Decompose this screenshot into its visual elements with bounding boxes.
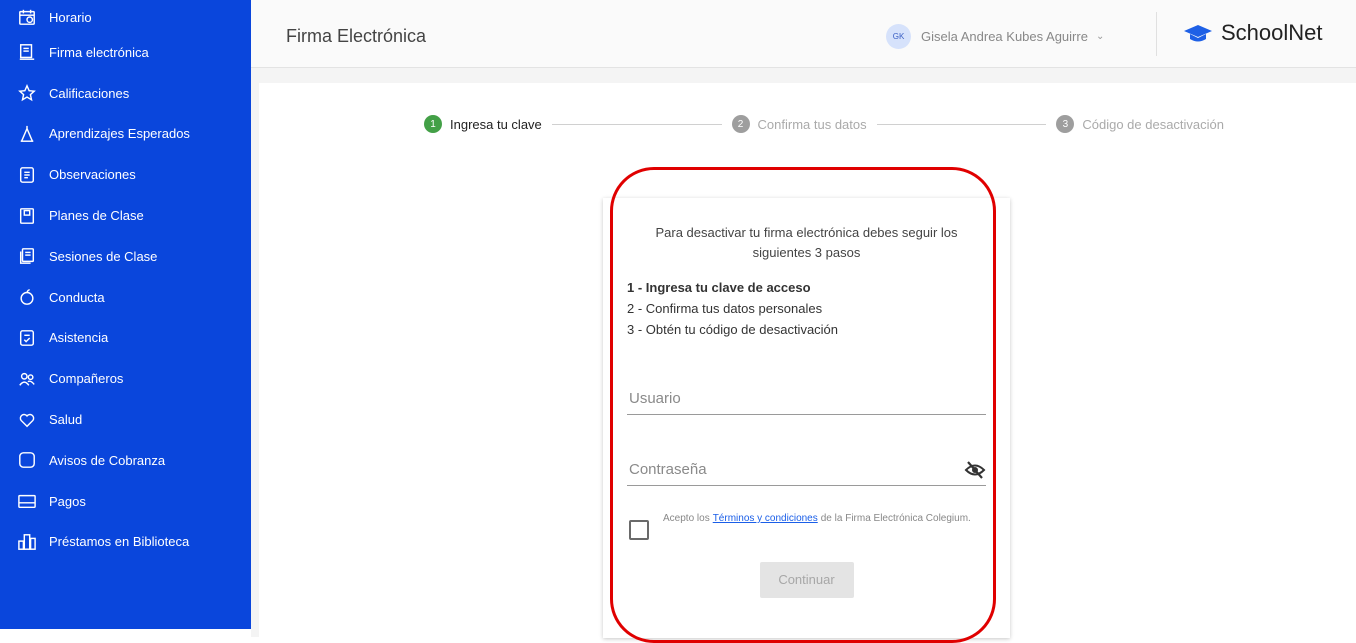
terms-text: Acepto los Términos y condiciones de la Fi… bbox=[663, 510, 971, 528]
attendance-icon bbox=[17, 328, 37, 348]
eye-off-icon[interactable] bbox=[964, 460, 986, 480]
sidebar-item-aprendizajes[interactable]: Aprendizajes Esperados bbox=[0, 114, 251, 155]
signature-icon bbox=[17, 42, 37, 62]
calendar-icon bbox=[17, 7, 37, 27]
sidebar-item-label: Compañeros bbox=[49, 371, 124, 387]
note-icon bbox=[17, 165, 37, 185]
sidebar-item-label: Horario bbox=[49, 9, 92, 25]
password-input[interactable] bbox=[627, 460, 951, 479]
heart-icon bbox=[17, 410, 37, 430]
chevron-down-icon: ⌄ bbox=[1095, 31, 1105, 42]
sidebar-item-label: Salud bbox=[49, 412, 83, 428]
sidebar-item-label: Aprendizajes Esperados bbox=[49, 126, 190, 142]
sidebar-item-salud[interactable]: Salud bbox=[0, 399, 251, 440]
sidebar-item-firma[interactable]: Firma electrónica bbox=[0, 32, 251, 73]
password-field bbox=[627, 439, 986, 486]
terms-suffix: de la Firma Electrónica Colegium. bbox=[820, 513, 971, 524]
step-number: 3 bbox=[1056, 115, 1075, 133]
step-number: 2 bbox=[731, 115, 750, 133]
sidebar-item-companeros[interactable]: Compañeros bbox=[0, 358, 251, 399]
stepper: 1 Ingresa tu clave 2 Confirma tus datos … bbox=[424, 113, 1224, 135]
sidebar-item-pagos[interactable]: Pagos bbox=[0, 481, 251, 522]
sidebar: Horario Firma electrónica Calificaciones… bbox=[0, 0, 251, 629]
sidebar-item-label: Observaciones bbox=[49, 167, 136, 183]
sidebar-item-label: Avisos de Cobranza bbox=[49, 452, 166, 468]
step-label: Código de desactivación bbox=[1082, 116, 1225, 132]
sidebar-item-label: Pagos bbox=[49, 493, 86, 509]
instruction-step-2: 2 - Confirma tus datos personales bbox=[627, 301, 823, 316]
people-icon bbox=[17, 369, 37, 389]
sidebar-item-observaciones[interactable]: Observaciones bbox=[0, 154, 251, 195]
sidebar-item-label: Planes de Clase bbox=[49, 208, 144, 224]
sidebar-item-avisos[interactable]: Avisos de Cobranza bbox=[0, 440, 251, 481]
step-2: 2 Confirma tus datos bbox=[731, 115, 867, 133]
compass-icon bbox=[17, 124, 37, 144]
instruction-step-3: 3 - Obtén tu código de desactivación bbox=[627, 322, 839, 337]
sidebar-item-sesiones[interactable]: Sesiones de Clase bbox=[0, 236, 251, 277]
sidebar-item-label: Préstamos en Biblioteca bbox=[49, 534, 190, 550]
step-label: Confirma tus datos bbox=[757, 116, 867, 132]
star-icon bbox=[17, 83, 37, 103]
deactivation-card: Para desactivar tu firma electrónica deb… bbox=[603, 198, 1010, 638]
sidebar-item-label: Calificaciones bbox=[49, 85, 130, 101]
user-name: Gisela Andrea Kubes Aguirre bbox=[921, 29, 1088, 44]
square-icon bbox=[17, 450, 37, 470]
top-header: Firma Electrónica GK Gisela Andrea Kubes… bbox=[251, 0, 1356, 68]
user-menu[interactable]: GK Gisela Andrea Kubes Aguirre ⌄ bbox=[886, 24, 1104, 49]
plan-icon bbox=[17, 206, 37, 226]
instruction-step-1: 1 - Ingresa tu clave de acceso bbox=[627, 280, 811, 295]
step-label: Ingresa tu clave bbox=[450, 116, 542, 132]
sidebar-item-asistencia[interactable]: Asistencia bbox=[0, 318, 251, 359]
sidebar-item-conducta[interactable]: Conducta bbox=[0, 277, 251, 318]
sidebar-item-horario[interactable]: Horario bbox=[0, 2, 251, 32]
header-divider bbox=[1156, 12, 1157, 56]
terms-link[interactable]: Términos y condiciones bbox=[710, 513, 821, 524]
terms-prefix: Acepto los bbox=[663, 513, 710, 524]
brand-logo: SchoolNet bbox=[1183, 20, 1323, 46]
step-3: 3 Código de desactivación bbox=[1056, 115, 1224, 133]
sidebar-item-planes[interactable]: Planes de Clase bbox=[0, 195, 251, 236]
sidebar-item-label: Asistencia bbox=[49, 330, 109, 346]
continue-button[interactable]: Continuar bbox=[759, 562, 854, 598]
step-connector bbox=[551, 123, 722, 125]
step-number: 1 bbox=[424, 115, 442, 133]
library-icon bbox=[17, 532, 37, 552]
step-connector bbox=[876, 123, 1047, 125]
sidebar-item-calificaciones[interactable]: Calificaciones bbox=[0, 73, 251, 114]
brand-name: SchoolNet bbox=[1221, 20, 1323, 45]
step-1: 1 Ingresa tu clave bbox=[424, 115, 542, 133]
page-title: Firma Electrónica bbox=[286, 26, 427, 46]
main-content: 1 Ingresa tu clave 2 Confirma tus datos … bbox=[251, 68, 1356, 638]
sessions-icon bbox=[17, 246, 37, 266]
card-icon bbox=[17, 491, 37, 511]
intro-text: Para desactivar tu firma electrónica deb… bbox=[655, 225, 958, 260]
button-row: Continuar bbox=[627, 562, 986, 598]
terms-checkbox[interactable] bbox=[629, 520, 649, 540]
username-field bbox=[627, 368, 986, 415]
sidebar-item-label: Conducta bbox=[49, 289, 105, 305]
terms-row: Acepto los Términos y condiciones de la Fi… bbox=[627, 510, 986, 540]
avatar: GK bbox=[886, 24, 911, 49]
graduation-cap-icon bbox=[1184, 25, 1212, 42]
apple-icon bbox=[17, 287, 37, 307]
steps-list: 1 - Ingresa tu clave de acceso 2 - Confi… bbox=[627, 277, 986, 340]
content-panel: 1 Ingresa tu clave 2 Confirma tus datos … bbox=[259, 83, 1356, 638]
username-input[interactable] bbox=[627, 389, 951, 408]
sidebar-item-prestamos[interactable]: Préstamos en Biblioteca bbox=[0, 522, 251, 563]
sidebar-item-label: Firma electrónica bbox=[49, 44, 149, 60]
sidebar-item-label: Sesiones de Clase bbox=[49, 248, 158, 264]
